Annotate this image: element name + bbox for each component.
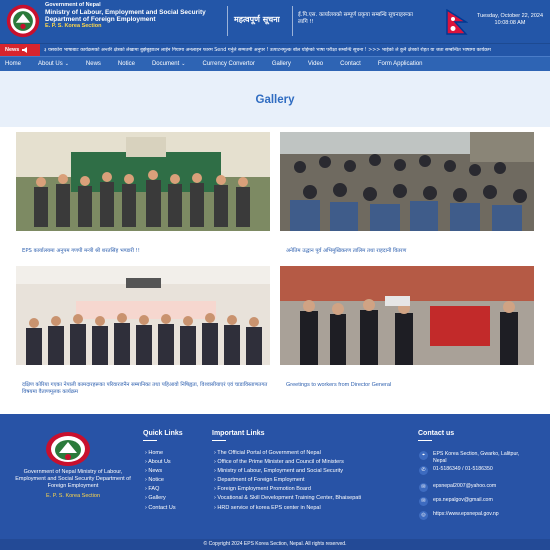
nav-form-application[interactable]: Form Application (378, 61, 423, 67)
gallery-card[interactable]: दक्षिण कोरिया गएका नेपाली कामदारहरूका पर… (16, 266, 270, 396)
gallery-caption[interactable]: दक्षिण कोरिया गएका नेपाली कामदारहरूका पर… (16, 382, 270, 396)
important-links-heading: Important Links (212, 430, 265, 437)
gallery-photo[interactable] (16, 132, 270, 231)
footer-important-link[interactable]: Ministry of Labour, Employment and Socia… (214, 467, 361, 476)
contact-heading: Contact us (418, 430, 455, 437)
contact-address-text: EPS Korea Section, Gwarko, Lalitpur, Nep… (433, 451, 520, 464)
gallery-card[interactable]: अनेतिम उद्धान पूर्व अभिमुखिकरण तालिम तथा… (280, 132, 534, 255)
news-button[interactable]: News (0, 44, 40, 56)
nepal-emblem-logo (46, 432, 90, 466)
gallery-caption[interactable]: अनेतिम उद्धान पूर्व अभिमुखिकरण तालिम तथा… (280, 248, 534, 255)
header-divider (292, 6, 293, 36)
quick-links-list: Home About Us News Notice FAQ Gallery Co… (145, 449, 176, 513)
nav-notice[interactable]: Notice (118, 61, 135, 67)
footer-link-contact-us[interactable]: Contact Us (145, 504, 175, 513)
footer-important-link[interactable]: Vocational & Skill Development Training … (214, 494, 361, 503)
nepal-flag-icon (446, 9, 468, 35)
contact-website: ◎ https://www.epsnepal.gov.np (419, 511, 499, 520)
ticker-text[interactable]: ३ यसकोरा भाषाबाट कार्यक्रमको अन्तरि क्षे… (40, 47, 491, 53)
footer-link-news[interactable]: News (145, 467, 176, 476)
footer-important-link[interactable]: Office of the Prime Minister and Council… (214, 458, 361, 467)
heading-underline (418, 440, 432, 441)
megaphone-icon (22, 47, 28, 53)
gallery-caption[interactable]: Greetings to workers from Director Gener… (280, 382, 534, 389)
current-time: 10:08:08 AM (494, 20, 526, 27)
location-pin-icon: ⌖ (419, 451, 428, 460)
important-notice-title: महत्वपूर्ण सूचना (234, 15, 280, 24)
header-divider (227, 6, 228, 36)
main-nav: Home About Us ⌄ News Notice Document ⌄ Cur… (0, 56, 550, 71)
gallery-caption[interactable]: EPS कार्यालयमा अनुपम गणपी मन्त्री श्री श… (16, 248, 270, 255)
gallery-card[interactable]: EPS कार्यालयमा अनुपम गणपी मन्त्री श्री श… (16, 132, 270, 255)
nav-about-us[interactable]: About Us ⌄ (38, 61, 69, 67)
site-footer: Government of Nepal Ministry of Labour, … (0, 414, 550, 550)
department-name: Department of Foreign Employment (45, 15, 156, 23)
important-links-list: The Official Portal of Government of Nep… (214, 449, 361, 513)
nav-home[interactable]: Home (5, 61, 21, 67)
page-title: Gallery (255, 94, 295, 106)
footer-important-link[interactable]: The Official Portal of Government of Nep… (214, 449, 361, 458)
footer-section-name: E. P. S. Korea Section (45, 493, 100, 499)
chevron-down-icon: ⌄ (64, 61, 69, 67)
datetime-display: Tuesday, October 22, 2024 10:08:08 AM (472, 13, 548, 28)
globe-icon: ◎ (419, 511, 428, 520)
heading-underline (143, 440, 157, 441)
gallery-photo[interactable] (280, 132, 534, 231)
footer-important-link[interactable]: Foreign Employment Promotion Board (214, 485, 361, 494)
footer-link-home[interactable]: Home (145, 449, 176, 458)
heading-underline (212, 440, 226, 441)
contact-email: ✉ epsnepal2007@yahoo.com (419, 483, 496, 492)
contact-phone-text[interactable]: 01-5186349 / 01-5186350 (433, 466, 508, 473)
footer-link-notice[interactable]: Notice (145, 476, 176, 485)
header-org-block: Government of Nepal Ministry of Labour, … (45, 2, 206, 43)
contact-phone: ✆ 01-5186349 / 01-5186350 (419, 466, 508, 475)
news-ticker: News ३ यसकोरा भाषाबाट कार्यक्रमको अन्तरि… (0, 43, 550, 56)
footer-link-gallery[interactable]: Gallery (145, 494, 176, 503)
contact-address: ⌖ EPS Korea Section, Gwarko, Lalitpur, N… (419, 451, 523, 464)
gallery-photo[interactable] (280, 266, 534, 365)
section-name: E. P. S. Korea Section (45, 23, 102, 30)
contact-email: ✉ eps.nepalgov@gmail.com (419, 497, 493, 506)
nav-document[interactable]: Document ⌄ (152, 61, 186, 67)
page-hero: Gallery (0, 71, 550, 127)
contact-email-text[interactable]: eps.nepalgov@gmail.com (433, 497, 493, 504)
phone-icon: ✆ (419, 466, 428, 475)
copyright-bar: © Copyright 2024 EPS Korea Section, Nepa… (0, 539, 550, 550)
footer-org-name: Government of Nepal Ministry of Labour, … (15, 469, 131, 490)
gallery-grid: EPS कार्यालयमा अनुपम गणपी मन्त्री श्री श… (0, 127, 550, 395)
gallery-photo[interactable] (16, 266, 270, 365)
important-notice-text[interactable]: ई.पि.एस. कार्यालयको सम्पूर्ण प्रकृया सम्… (298, 12, 418, 26)
footer-important-link[interactable]: HRD service of korea EPS center in Nepal (214, 504, 361, 513)
chevron-down-icon: ⌄ (181, 61, 186, 67)
nav-news[interactable]: News (86, 61, 101, 67)
footer-link-faq[interactable]: FAQ (145, 485, 176, 494)
current-date: Tuesday, October 22, 2024 (476, 13, 544, 19)
news-label: News (5, 47, 20, 53)
footer-link-about-us[interactable]: About Us (145, 458, 176, 467)
quick-links-heading: Quick Links (143, 430, 183, 437)
mail-icon: ✉ (419, 483, 428, 492)
footer-important-link[interactable]: Department of Foreign Employment (214, 476, 361, 485)
gallery-card[interactable]: Greetings to workers from Director Gener… (280, 266, 534, 389)
contact-email-text[interactable]: epsnepal2007@yahoo.com (433, 483, 496, 490)
nav-gallery[interactable]: Gallery (272, 61, 291, 67)
nav-currency-convertor[interactable]: Currency Convertor (203, 61, 255, 67)
nav-contact[interactable]: Contact (340, 61, 361, 67)
nepal-emblem-logo[interactable] (5, 3, 41, 39)
mail-icon: ✉ (419, 497, 428, 506)
gov-name: Government of Nepal (45, 2, 101, 8)
contact-website-text[interactable]: https://www.epsnepal.gov.np (433, 511, 499, 518)
nav-video[interactable]: Video (308, 61, 323, 67)
site-header: Government of Nepal Ministry of Labour, … (0, 0, 550, 43)
